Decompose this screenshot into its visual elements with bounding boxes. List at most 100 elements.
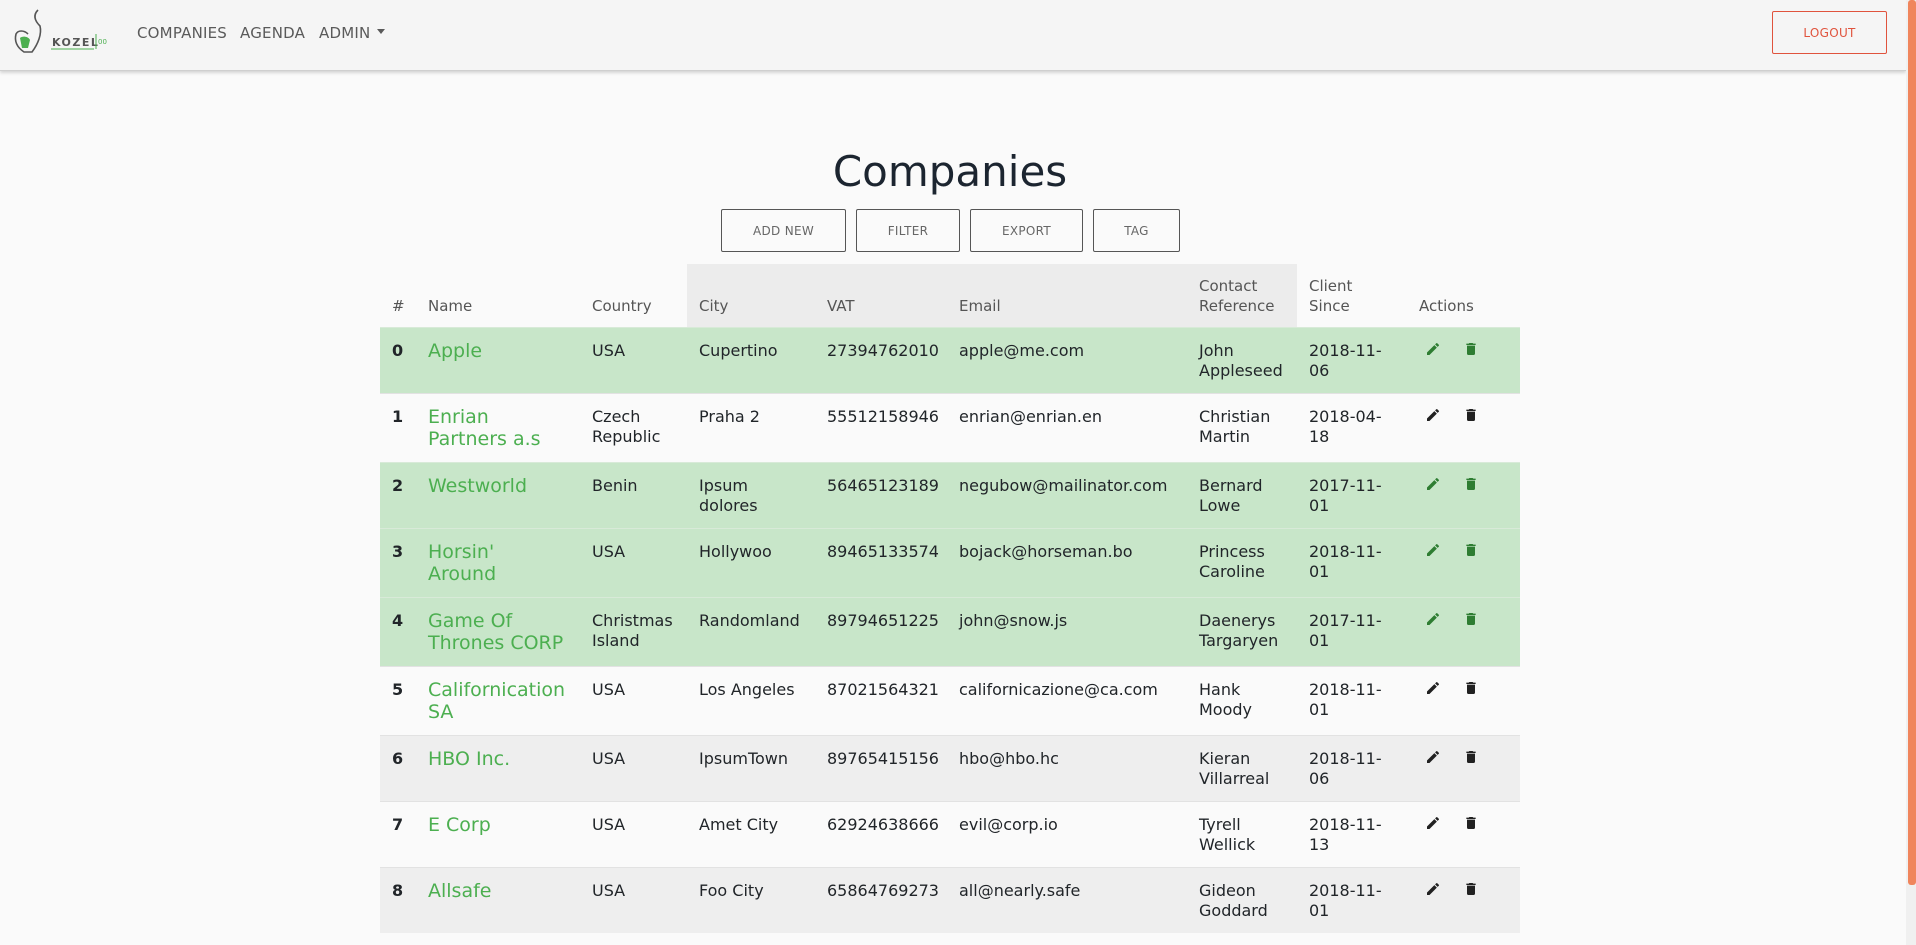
cell-client-since: 2017-11-01 [1297, 461, 1407, 528]
cell-index: 8 [380, 866, 416, 933]
cell-email: all@nearly.safe [947, 866, 1187, 933]
cell-index: 4 [380, 596, 416, 666]
edit-icon[interactable] [1425, 407, 1447, 427]
cell-actions [1407, 800, 1520, 867]
nav-agenda[interactable]: AGENDA [240, 24, 305, 42]
cell-vat: 62924638666 [815, 800, 947, 867]
cell-city: Randomland [687, 596, 815, 666]
table-row[interactable]: 6 HBO Inc. USA IpsumTown 89765415156 hbo@hbo.… [380, 734, 1520, 801]
cell-email: evil@corp.io [947, 800, 1187, 867]
export-button[interactable]: EXPORT [970, 209, 1083, 252]
delete-icon[interactable] [1463, 542, 1485, 562]
company-name-link[interactable]: Horsin' Around [416, 527, 580, 597]
cell-contact-reference: Kieran Villarreal [1187, 734, 1297, 801]
company-name-link[interactable]: Californication SA [416, 665, 580, 735]
edit-icon[interactable] [1425, 680, 1447, 700]
cell-index: 5 [380, 665, 416, 735]
nav-companies[interactable]: COMPANIES [137, 24, 227, 42]
table-row[interactable]: 7E Corp USA Amet City 62924638666 evil@corp.… [380, 800, 1520, 867]
edit-icon[interactable] [1425, 542, 1447, 562]
header-vat[interactable]: VAT [815, 264, 947, 327]
nav-admin-label: ADMIN [319, 24, 371, 42]
top-navbar: KOZEL 00 COMPANIES AGENDA ADMIN LOGOUT [0, 0, 1906, 71]
table-row[interactable]: 0 Apple USA Cupertino 27394762010 apple@me.co… [380, 326, 1520, 393]
company-name-link[interactable]: Apple [416, 326, 580, 393]
table-row[interactable]: 5 Californication SA USA Los Angeles 8702156… [380, 665, 1520, 735]
header-name[interactable]: Name [416, 264, 580, 327]
cell-city: Cupertino [687, 326, 815, 393]
cell-country: USA [580, 734, 687, 801]
cell-actions [1407, 596, 1520, 666]
cell-client-since: 2018-11-13 [1297, 800, 1407, 867]
header-country[interactable]: Country [580, 264, 687, 327]
table-row[interactable]: 1 Enrian Partners a.s Czech Republic Praha … [380, 392, 1520, 462]
logout-button[interactable]: LOGOUT [1772, 11, 1887, 54]
cell-actions [1407, 665, 1520, 735]
cell-email: enrian@enrian.en [947, 392, 1187, 462]
header-email[interactable]: Email [947, 264, 1187, 327]
header-city[interactable]: City [687, 264, 815, 327]
cell-contact-reference: John Appleseed [1187, 326, 1297, 393]
tag-button[interactable]: TAG [1093, 209, 1180, 252]
table-row[interactable]: 8 Allsafe USA Foo City 65864769273 all@nearly… [380, 866, 1520, 933]
company-name-link[interactable]: Westworld [416, 461, 580, 528]
delete-icon[interactable] [1463, 881, 1485, 901]
table-row[interactable]: 3 Horsin' Around USA Hollywoo 89465133574 boj… [380, 527, 1520, 597]
table-body: 0 Apple USA Cupertino 27394762010 apple@me.co… [380, 326, 1520, 933]
delete-icon[interactable] [1463, 476, 1485, 496]
filter-button[interactable]: FILTER [856, 209, 960, 252]
company-name-link[interactable]: Game Of Thrones CORP [416, 596, 580, 666]
cell-email: hbo@hbo.hc [947, 734, 1187, 801]
header-index[interactable]: # [380, 264, 416, 327]
company-name-link[interactable]: Allsafe [416, 866, 580, 933]
table-row[interactable]: 4 Game Of Thrones CORP Christmas Island Ran… [380, 596, 1520, 666]
company-name-link[interactable]: Enrian Partners a.s [416, 392, 580, 462]
header-client-since[interactable]: Client Since [1297, 264, 1407, 327]
delete-icon[interactable] [1463, 407, 1485, 427]
delete-icon[interactable] [1463, 341, 1485, 361]
cell-vat: 56465123189 [815, 461, 947, 528]
kozel-logo[interactable]: KOZEL 00 [10, 8, 115, 60]
scrollbar-thumb[interactable] [1908, 0, 1916, 885]
delete-icon[interactable] [1463, 815, 1485, 835]
cell-client-since: 2018-11-01 [1297, 665, 1407, 735]
cell-contact-reference: Tyrell Wellick [1187, 800, 1297, 867]
cell-index: 1 [380, 392, 416, 462]
cell-actions [1407, 392, 1520, 462]
cell-client-since: 2018-11-01 [1297, 866, 1407, 933]
header-actions: Actions [1419, 296, 1474, 315]
delete-icon[interactable] [1463, 680, 1485, 700]
cell-city: Ipsum dolores [687, 461, 815, 528]
edit-icon[interactable] [1425, 881, 1447, 901]
table-row[interactable]: 2 Westworld Benin Ipsum dolores 56465123189 n… [380, 461, 1520, 528]
cell-email: negubow@mailinator.com [947, 461, 1187, 528]
cell-email: apple@me.com [947, 326, 1187, 393]
company-name-link[interactable]: E Corp [416, 800, 580, 867]
cell-city: Foo City [687, 866, 815, 933]
cell-city: Praha 2 [687, 392, 815, 462]
edit-icon[interactable] [1425, 476, 1447, 496]
cell-actions [1407, 461, 1520, 528]
header-contact-reference[interactable]: Contact Reference [1187, 264, 1297, 327]
edit-icon[interactable] [1425, 749, 1447, 769]
cell-city: Hollywoo [687, 527, 815, 597]
cell-client-since: 2018-11-01 [1297, 527, 1407, 597]
companies-table: # Name Country City VAT Email Contact Re… [380, 264, 1520, 933]
cell-country: USA [580, 866, 687, 933]
cell-vat: 89794651225 [815, 596, 947, 666]
cell-index: 3 [380, 527, 416, 597]
delete-icon[interactable] [1463, 611, 1485, 631]
chevron-down-icon [377, 29, 386, 34]
cell-actions [1407, 326, 1520, 393]
edit-icon[interactable] [1425, 611, 1447, 631]
add-new-button[interactable]: ADD NEW [721, 209, 846, 252]
company-name-link[interactable]: HBO Inc. [416, 734, 580, 801]
edit-icon[interactable] [1425, 341, 1447, 361]
cell-contact-reference: Princess Caroline [1187, 527, 1297, 597]
cell-country: USA [580, 665, 687, 735]
cell-city: Amet City [687, 800, 815, 867]
nav-admin-dropdown[interactable]: ADMIN [319, 24, 386, 42]
delete-icon[interactable] [1463, 749, 1485, 769]
cell-country: USA [580, 800, 687, 867]
edit-icon[interactable] [1425, 815, 1447, 835]
